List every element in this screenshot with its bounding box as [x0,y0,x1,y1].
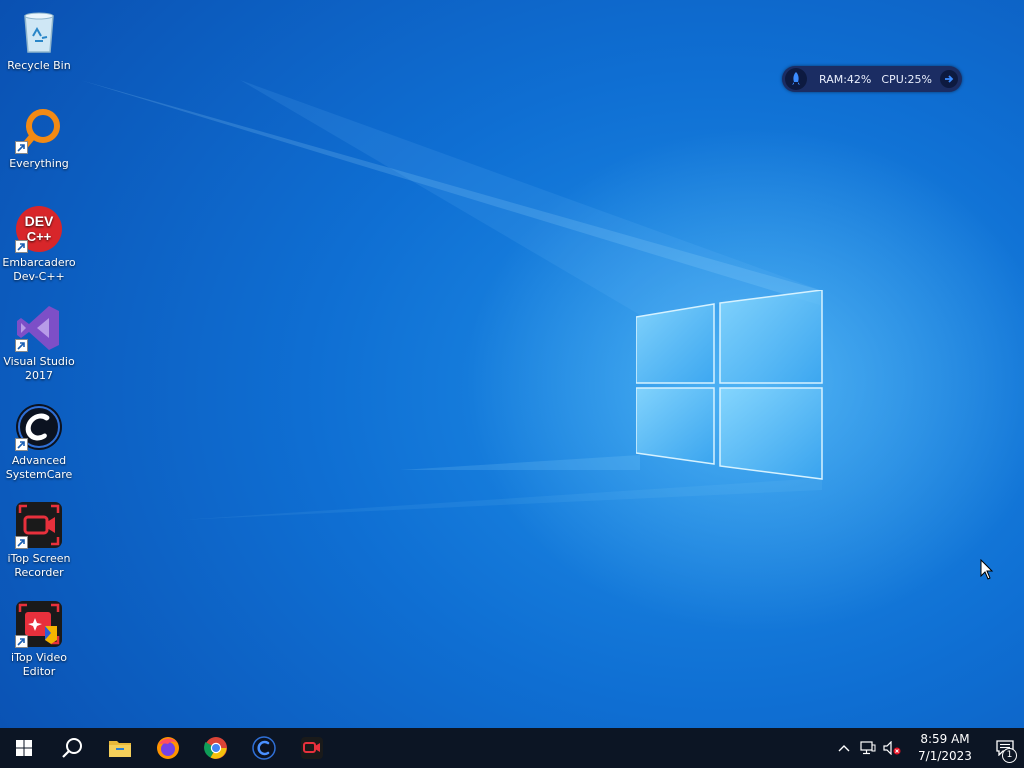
desktop-icon-label: iTop Video Editor [11,651,67,678]
taskbar-clock[interactable]: 8:59 AM 7/1/2023 [910,731,980,765]
everything-search-icon [15,106,63,154]
itop-screen-recorder-icon [301,737,323,759]
clock-date: 7/1/2023 [918,749,972,763]
desktop-icon-label: Everything [9,157,69,170]
desktop-icon-label: Advanced SystemCare [5,454,73,481]
itop-screen-recorder-icon [15,501,63,549]
system-tray: 8:59 AM 7/1/2023 1 [832,728,1024,768]
taskbar-advanced-systemcare[interactable] [240,728,288,768]
desktop-icon-itop-video-editor[interactable]: iTop Video Editor [2,600,76,679]
firefox-icon [157,737,179,759]
cpu-usage-label: CPU:25% [881,72,932,86]
windows-start-icon [16,740,32,756]
desktop-icon-itop-screen-recorder[interactable]: iTop Screen Recorder [2,501,76,580]
rocket-icon[interactable] [785,68,807,90]
svg-text:C++: C++ [27,229,52,244]
chrome-icon [204,737,227,759]
desktop-icon-label: Embarcadero Dev-C++ [2,256,76,283]
svg-text:DEV: DEV [25,213,54,229]
arrow-right-icon[interactable] [940,70,958,88]
network-icon [860,741,876,755]
desktop-icon-label: Recycle Bin [7,59,71,72]
chevron-up-icon [838,745,850,752]
desktop-icon-advanced-systemcare[interactable]: Advanced SystemCare [2,403,76,482]
dev-cpp-icon: DEV C++ [15,205,63,253]
desktop-icon-label: iTop Screen Recorder [7,552,71,579]
desktop-icon-label: Visual Studio 2017 [3,355,75,382]
desktop-icon-visual-studio[interactable]: Visual Studio 2017 [2,304,76,383]
shortcut-arrow-icon [15,339,28,352]
volume-muted-icon [883,741,901,755]
search-icon [62,738,82,758]
search-button[interactable] [48,728,96,768]
taskbar-chrome[interactable] [192,728,240,768]
clock-time: 8:59 AM [920,732,970,746]
advanced-systemcare-icon [252,736,276,760]
shortcut-arrow-icon [15,141,28,154]
network-button[interactable] [856,728,880,768]
start-button[interactable] [0,728,48,768]
shortcut-arrow-icon [15,536,28,549]
mouse-cursor-icon [980,559,994,580]
wallpaper-windows-logo [636,290,823,480]
itop-video-editor-icon [15,600,63,648]
recycle-bin-icon [15,8,63,56]
system-monitor-widget[interactable]: RAM:42% CPU:25% [782,66,962,92]
action-center-button[interactable]: 1 [986,728,1024,768]
shortcut-arrow-icon [15,635,28,648]
desktop-icon-everything[interactable]: Everything [2,106,76,171]
folder-icon [109,741,131,757]
visual-studio-icon [15,304,63,352]
volume-button[interactable] [880,728,904,768]
taskbar-firefox[interactable] [144,728,192,768]
show-hidden-icons-button[interactable] [832,728,856,768]
advanced-systemcare-icon [15,403,63,451]
taskbar-file-explorer[interactable] [96,728,144,768]
desktop-icon-recycle-bin[interactable]: Recycle Bin [2,8,76,73]
wallpaper-light-beams [80,80,822,520]
shortcut-arrow-icon [15,438,28,451]
taskbar: 8:59 AM 7/1/2023 1 [0,728,1024,768]
taskbar-itop-screen-recorder[interactable] [288,728,336,768]
ram-usage-label: RAM:42% [819,72,872,86]
notification-count-badge: 1 [1002,748,1017,763]
shortcut-arrow-icon [15,240,28,253]
desktop-icon-dev-cpp[interactable]: DEV C++ Embarcadero Dev-C++ [2,205,76,284]
